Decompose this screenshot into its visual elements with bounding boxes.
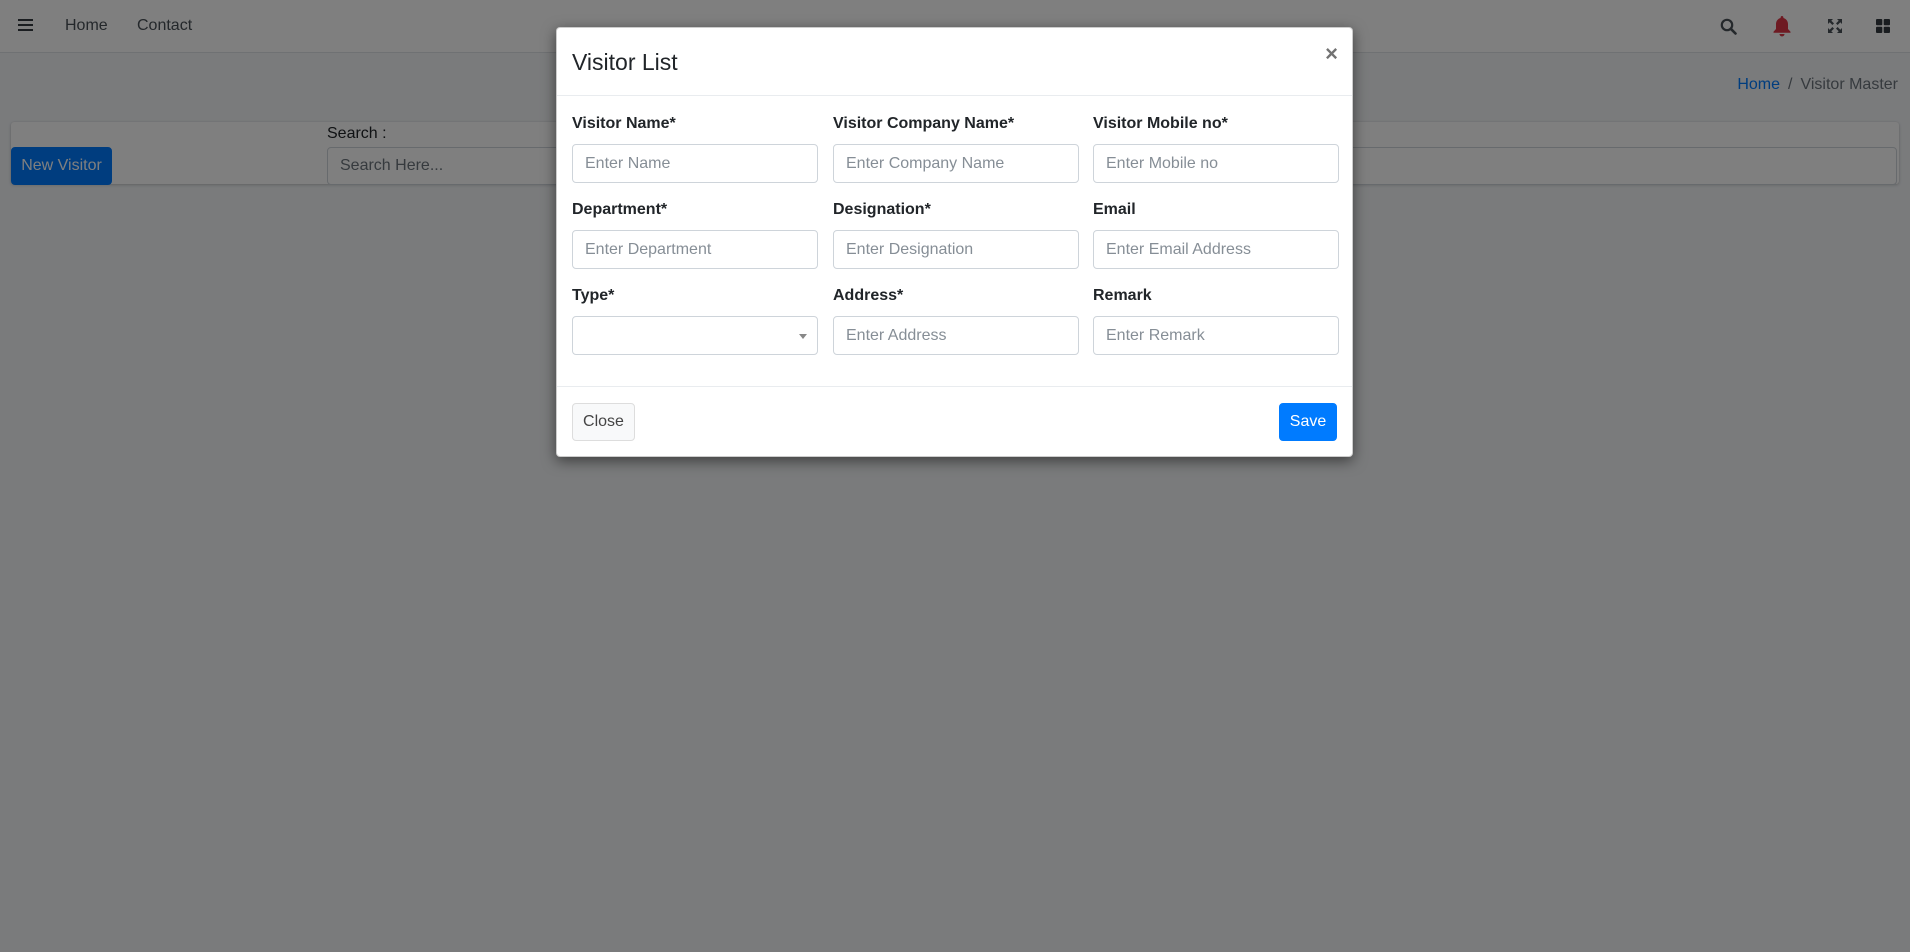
- address-label: Address*: [833, 287, 904, 304]
- modal-header: Visitor List ×: [557, 28, 1352, 96]
- address-input[interactable]: [833, 316, 1079, 355]
- visitor-name-input[interactable]: [572, 144, 818, 183]
- department-input[interactable]: [572, 230, 818, 269]
- save-button[interactable]: Save: [1279, 403, 1337, 441]
- company-name-input[interactable]: [833, 144, 1079, 183]
- visitor-name-label: Visitor Name*: [572, 115, 676, 132]
- caret-down-icon: [799, 334, 807, 339]
- remark-label: Remark: [1093, 287, 1152, 304]
- mobile-no-input[interactable]: [1093, 144, 1339, 183]
- close-button[interactable]: Close: [572, 403, 635, 441]
- email-input[interactable]: [1093, 230, 1339, 269]
- email-label: Email: [1093, 201, 1136, 218]
- modal-footer: Close Save: [557, 386, 1352, 456]
- visitor-modal: Visitor List × Visitor Name* Visitor Com…: [556, 27, 1353, 457]
- close-icon[interactable]: ×: [1325, 43, 1338, 65]
- mobile-no-label: Visitor Mobile no*: [1093, 115, 1228, 132]
- remark-input[interactable]: [1093, 316, 1339, 355]
- type-select[interactable]: [572, 316, 818, 355]
- type-label: Type*: [572, 287, 615, 304]
- designation-input[interactable]: [833, 230, 1079, 269]
- department-label: Department*: [572, 201, 668, 218]
- modal-title: Visitor List: [572, 49, 678, 75]
- designation-label: Designation*: [833, 201, 931, 218]
- company-name-label: Visitor Company Name*: [833, 115, 1015, 132]
